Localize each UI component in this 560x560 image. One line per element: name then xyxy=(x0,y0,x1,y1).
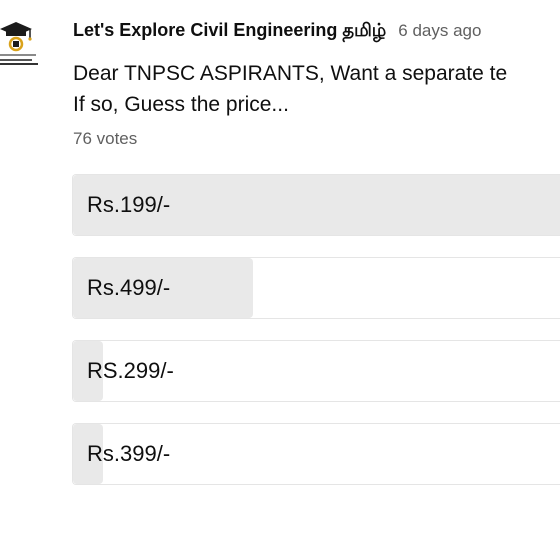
poll-option-299[interactable]: RS.299/- xyxy=(72,340,560,402)
channel-name-link[interactable]: Let's Explore Civil Engineering தமிழ் xyxy=(73,20,386,40)
graduation-cap-logo-icon xyxy=(0,22,38,65)
poll-option-label: Rs.199/- xyxy=(87,192,171,217)
post-text-line-2: If so, Guess the price... xyxy=(73,93,289,116)
vote-count: 76 votes xyxy=(73,129,138,148)
channel-avatar[interactable] xyxy=(0,16,38,72)
poll-option-label: RS.299/- xyxy=(87,358,174,383)
post-text-line-1: Dear TNPSC ASPIRANTS, Want a separate te xyxy=(73,62,508,85)
poll-option-label: Rs.499/- xyxy=(87,275,171,300)
post-header: Let's Explore Civil Engineering தமிழ் 6 d… xyxy=(73,20,481,43)
community-post: Let's Explore Civil Engineering தமிழ் 6 d… xyxy=(0,0,560,560)
poll-option-label: Rs.399/- xyxy=(87,441,171,466)
poll-option-399[interactable]: Rs.399/- xyxy=(72,423,560,485)
poll-option-499[interactable]: Rs.499/- xyxy=(72,257,560,319)
post-timestamp-link[interactable]: 6 days ago xyxy=(398,21,481,40)
poll: Rs.199/- Rs.499/- RS.299/- Rs.399/- xyxy=(72,174,560,506)
poll-option-199[interactable]: Rs.199/- xyxy=(72,174,560,236)
post-text: Dear TNPSC ASPIRANTS, Want a separate te… xyxy=(73,58,507,120)
